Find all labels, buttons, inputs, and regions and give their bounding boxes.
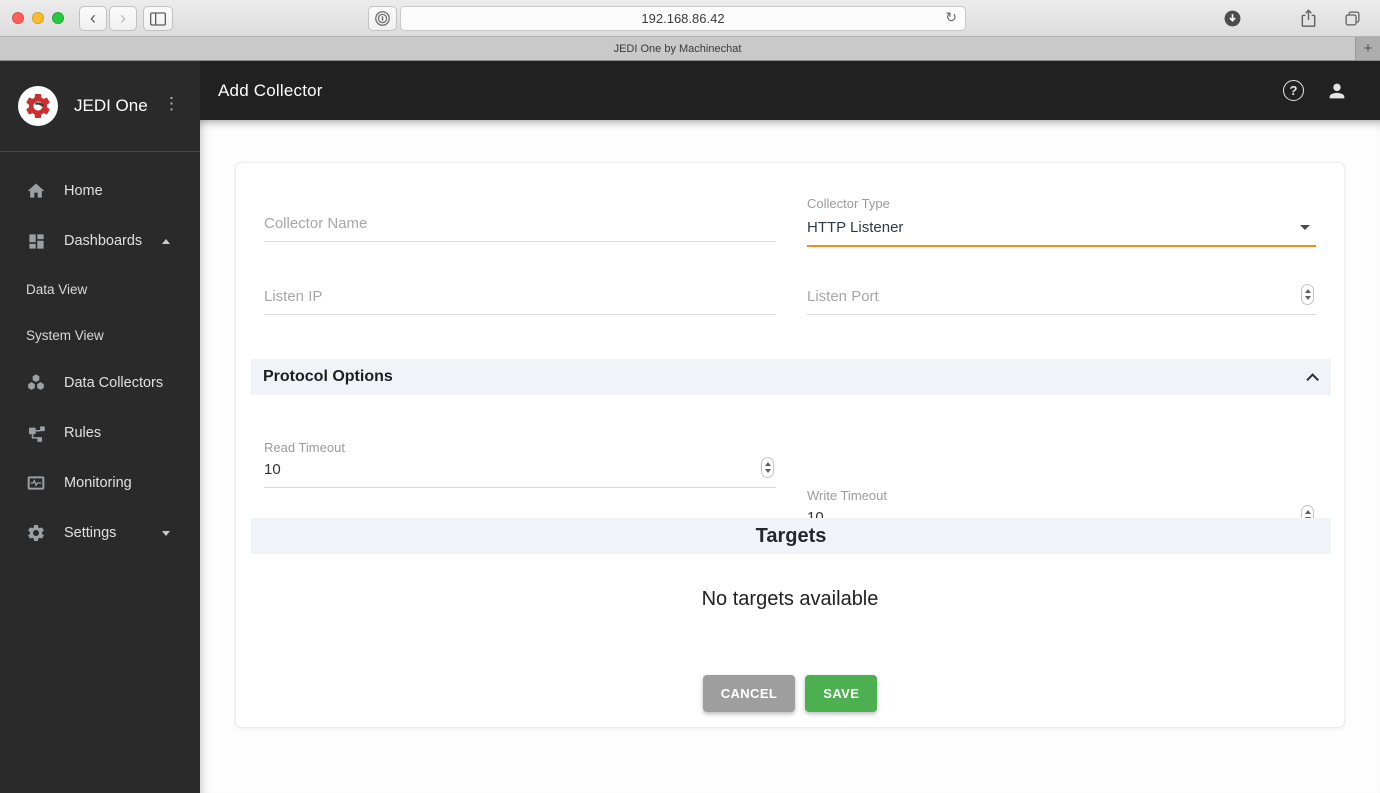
zoom-window-button[interactable]: [52, 12, 64, 24]
sidebar-nav: Home Dashboards Data View System View Da…: [0, 152, 200, 558]
stepper-down-icon: [764, 469, 771, 473]
protocol-options-title: Protocol Options: [263, 368, 393, 385]
brand-row: JEDI One ⋮: [0, 61, 200, 151]
add-collector-form: Collector Type HTTP Listener: [235, 162, 1345, 728]
browser-toolbar: ‹ › 192.168.86.42 ↻: [0, 0, 1380, 37]
reload-icon[interactable]: ↻: [945, 9, 957, 26]
address-bar[interactable]: 192.168.86.42 ↻: [400, 6, 966, 31]
url-text: 192.168.86.42: [641, 11, 725, 26]
read-timeout-input[interactable]: [264, 455, 776, 488]
tab-bar: JEDI One by Machinechat +: [0, 37, 1380, 61]
jedi-one-logo: [18, 86, 58, 126]
tab-title: JEDI One by Machinechat: [613, 42, 742, 55]
home-icon: [26, 181, 46, 201]
cubes-icon: [26, 373, 46, 393]
tabs-icon: [1344, 11, 1360, 26]
stepper-up-icon: [1304, 510, 1311, 514]
sidebar-item-settings[interactable]: Settings: [0, 508, 200, 558]
help-button[interactable]: ?: [1283, 80, 1304, 101]
save-button[interactable]: SAVE: [805, 675, 878, 712]
back-icon: ‹: [90, 7, 96, 28]
sidebar: JEDI One ⋮ Home Dashboards Data View Sys…: [0, 61, 200, 793]
number-stepper[interactable]: [1301, 284, 1314, 305]
downloads-button[interactable]: [1218, 6, 1246, 31]
listen-port-input[interactable]: [807, 282, 1316, 315]
sidebar-item-monitoring[interactable]: Monitoring: [0, 458, 200, 508]
collector-type-value: HTTP Listener: [807, 219, 904, 236]
gear-logo-icon: [26, 94, 50, 118]
number-stepper[interactable]: [761, 457, 774, 478]
dropdown-caret-icon: [1300, 225, 1310, 230]
sidebar-toggle-icon: [150, 11, 166, 26]
person-icon: [1329, 83, 1345, 98]
targets-title: Targets: [755, 524, 827, 547]
collector-type-select[interactable]: Collector Type HTTP Listener: [807, 196, 1316, 247]
app-header: Add Collector ?: [200, 61, 1380, 120]
gear-icon: [26, 523, 46, 543]
listen-ip-input[interactable]: [264, 282, 776, 315]
forward-button[interactable]: ›: [109, 6, 137, 31]
cancel-button[interactable]: CANCEL: [702, 675, 796, 712]
chevron-up-icon: [162, 238, 170, 244]
share-icon: [1301, 9, 1315, 27]
read-timeout-label: Read Timeout: [264, 440, 345, 455]
sidebar-item-label: Rules: [64, 425, 102, 441]
chevron-down-icon: [162, 530, 170, 536]
forward-icon: ›: [120, 7, 126, 28]
sidebar-item-data-collectors[interactable]: Data Collectors: [0, 358, 200, 408]
targets-header: Targets: [251, 518, 1331, 554]
sidebar-item-label: Home: [64, 183, 103, 199]
new-tab-button[interactable]: +: [1356, 37, 1380, 60]
sidebar-item-home[interactable]: Home: [0, 166, 200, 216]
monitor-pulse-icon: [26, 473, 46, 493]
main-area: Collector Type HTTP Listener: [200, 120, 1380, 793]
password-manager-icon: [375, 11, 390, 26]
tabs-overview-button[interactable]: [1338, 6, 1366, 31]
kebab-menu-icon[interactable]: ⋮: [163, 94, 180, 114]
write-timeout-label: Write Timeout: [807, 488, 887, 503]
question-mark-icon: ?: [1289, 83, 1298, 98]
sidebar-subitem-label: Data View: [26, 281, 88, 297]
sidebar-item-label: Data Collectors: [64, 375, 164, 391]
dashboard-icon: [26, 231, 46, 251]
back-button[interactable]: ‹: [79, 6, 107, 31]
flow-icon: [26, 423, 46, 443]
sidebar-subitem-label: System View: [26, 327, 104, 343]
focus-underline: [807, 245, 1316, 247]
sidebar-item-label: Settings: [64, 525, 117, 541]
stepper-up-icon: [764, 462, 771, 466]
stepper-down-icon: [1304, 296, 1311, 300]
password-extension-button[interactable]: [368, 6, 397, 31]
browser-tab[interactable]: JEDI One by Machinechat: [0, 37, 1356, 60]
targets-empty-message: No targets available: [701, 588, 879, 610]
collector-name-input[interactable]: [264, 209, 776, 242]
stepper-up-icon: [1304, 289, 1311, 293]
collapse-chevron-icon[interactable]: [1306, 372, 1319, 386]
collector-type-label: Collector Type: [807, 196, 890, 211]
sidebar-item-label: Dashboards: [64, 233, 143, 249]
sidebar-toggle-button[interactable]: [143, 6, 173, 31]
browser-window: ‹ › 192.168.86.42 ↻ JEDI One by Machinec…: [0, 0, 1380, 793]
sidebar-item-rules[interactable]: Rules: [0, 408, 200, 458]
minimize-window-button[interactable]: [32, 12, 44, 24]
protocol-options-header[interactable]: Protocol Options: [251, 359, 1331, 395]
plus-icon: +: [1363, 40, 1373, 57]
sidebar-item-label: Monitoring: [64, 475, 132, 491]
share-button[interactable]: [1294, 6, 1322, 31]
close-window-button[interactable]: [12, 12, 24, 24]
sidebar-item-dashboards[interactable]: Dashboards: [0, 216, 200, 266]
download-icon: [1224, 10, 1240, 27]
sidebar-item-data-view[interactable]: Data View: [0, 266, 200, 312]
page-title: Add Collector: [218, 80, 323, 100]
account-button[interactable]: [1326, 80, 1348, 102]
sidebar-item-system-view[interactable]: System View: [0, 312, 200, 358]
brand-name: JEDI One: [74, 96, 148, 115]
